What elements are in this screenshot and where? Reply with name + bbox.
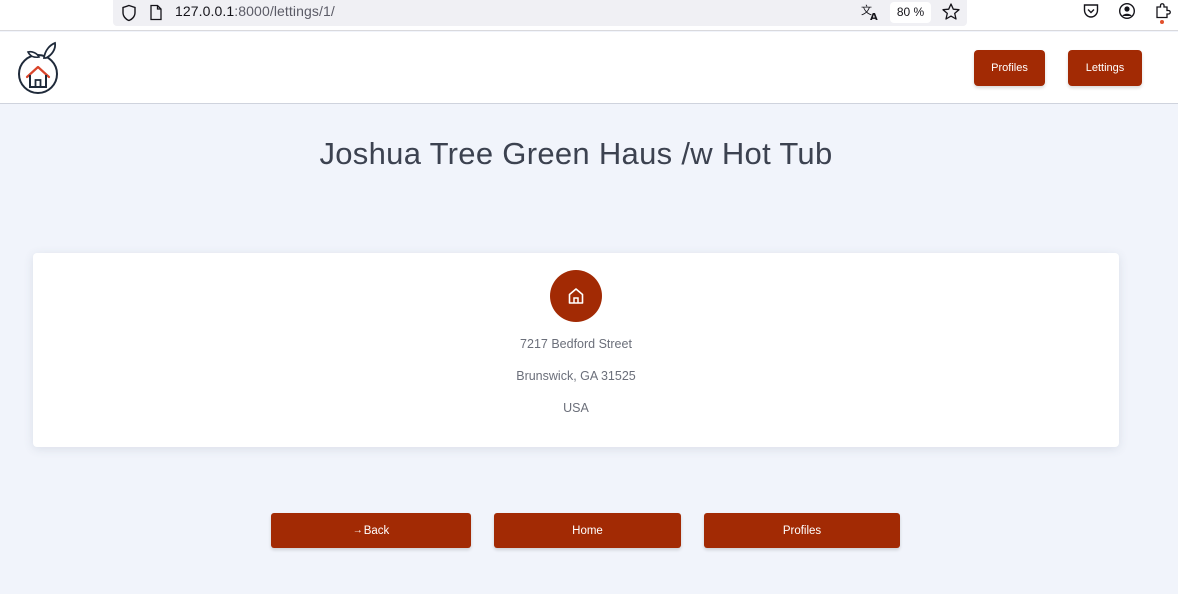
extension-badge-dot: [1160, 20, 1164, 24]
back-button[interactable]: → Back: [271, 513, 471, 548]
profiles-button[interactable]: Profiles: [704, 513, 900, 548]
page-title: Joshua Tree Green Haus /w Hot Tub: [319, 136, 833, 171]
orange-house-logo-icon[interactable]: [17, 40, 61, 96]
back-button-label: Back: [363, 524, 390, 537]
translate-icon[interactable]: 文 A: [860, 2, 880, 22]
nav-profiles-button[interactable]: Profiles: [974, 50, 1045, 86]
zoom-level-badge[interactable]: 80 %: [890, 2, 931, 23]
address-street: 7217 Bedford Street: [520, 337, 632, 351]
svg-text:A: A: [870, 12, 878, 22]
url-host: 127.0.0.1: [175, 3, 235, 19]
url-path: :8000/lettings/1/: [234, 3, 335, 19]
address-country: USA: [563, 401, 589, 415]
arrow-right-icon: →: [352, 525, 363, 536]
home-button[interactable]: Home: [494, 513, 681, 548]
bookmark-star-icon[interactable]: [941, 2, 961, 22]
address-bar[interactable]: 127.0.0.1:8000/lettings/1/ 文 A 80 %: [113, 0, 967, 26]
home-icon-badge: [550, 270, 602, 322]
nav-lettings-button[interactable]: Lettings: [1068, 50, 1142, 86]
extensions-icon[interactable]: [1154, 2, 1172, 20]
page-icon[interactable]: [149, 4, 163, 21]
address-city-line: Brunswick, GA 31525: [516, 369, 636, 383]
url-text[interactable]: 127.0.0.1:8000/lettings/1/: [175, 3, 335, 19]
shield-icon[interactable]: [121, 4, 137, 22]
site-header: Profiles Lettings: [0, 32, 1178, 104]
pocket-icon[interactable]: [1082, 2, 1100, 20]
address-card: 7217 Bedford Street Brunswick, GA 31525 …: [33, 253, 1119, 447]
home-icon: [568, 288, 584, 304]
account-icon[interactable]: [1118, 2, 1136, 20]
browser-toolbar: 127.0.0.1:8000/lettings/1/ 文 A 80 %: [0, 0, 1178, 31]
